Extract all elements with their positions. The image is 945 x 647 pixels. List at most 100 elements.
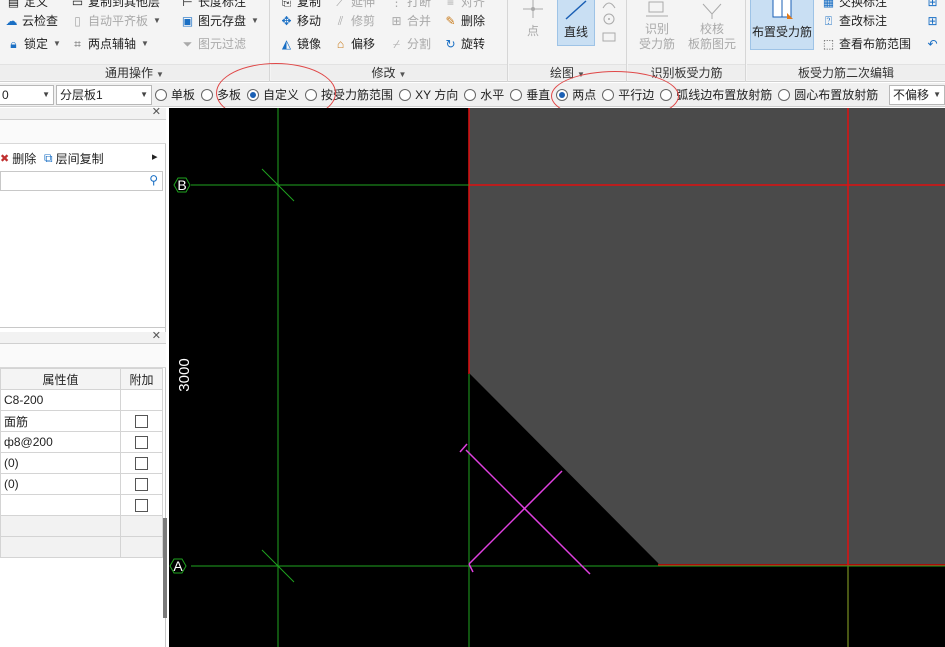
split-button[interactable]: ⌿ 分割 xyxy=(389,34,431,54)
radio-dot[interactable] xyxy=(660,88,673,101)
radio-dot[interactable] xyxy=(201,88,214,101)
radio-label: 平行边 xyxy=(618,88,655,102)
mirror-button[interactable]: ◭ 镜像 xyxy=(279,34,321,54)
property-row[interactable] xyxy=(0,494,163,516)
rotate-icon: ↻ xyxy=(445,36,456,51)
view-range-text: 查看布筋范围 xyxy=(839,37,912,51)
close-icon[interactable]: ✕ xyxy=(152,105,161,118)
axis-bubble-a[interactable]: A xyxy=(169,558,187,574)
extra-tool-2[interactable]: ⊞ xyxy=(925,11,940,31)
radio-dot[interactable] xyxy=(602,88,615,101)
property-value-cell[interactable] xyxy=(0,494,121,516)
property-value-cell[interactable]: (0) xyxy=(0,473,121,495)
rotate-button[interactable]: ↻ 旋转 xyxy=(443,34,485,54)
radio-option-2[interactable]: 自定义 xyxy=(247,86,299,103)
ribbon-group-edit2: 布置受力筋 ▦ 交换标注 ⍰ 查改标注 ⬚ 查看布筋范围 ⊞ ⊞ ↶ 板受力筋二次编辑 xyxy=(747,0,945,82)
add-checkbox[interactable] xyxy=(135,436,148,450)
lock-button[interactable]: 🔒︎ 锁定 ▼ xyxy=(6,34,61,54)
chevron-down-icon[interactable]: ▼ xyxy=(399,70,407,79)
property-row[interactable]: (0) xyxy=(0,452,163,474)
property-value-cell[interactable] xyxy=(0,536,121,558)
property-row[interactable]: (0) xyxy=(0,473,163,495)
property-row[interactable]: ф8@200 xyxy=(0,431,163,453)
radio-dot[interactable] xyxy=(464,88,477,101)
copy-floor-icon: ▭ xyxy=(71,0,84,9)
offset-button[interactable]: ⌂ 偏移 xyxy=(333,34,375,54)
rectangle-icon[interactable] xyxy=(601,30,617,44)
offset-combo[interactable]: 不偏移 ▼ xyxy=(889,84,945,105)
cloud-check-button[interactable]: ☁ 云检查 xyxy=(4,11,59,31)
check-rebar-button[interactable]: 校核 板筋图元 xyxy=(682,0,742,60)
property-row[interactable] xyxy=(0,515,163,537)
add-checkbox[interactable] xyxy=(135,415,148,429)
drawing-svg[interactable]: B A 3000 xyxy=(169,108,945,647)
radio-option-0[interactable]: 单板 xyxy=(155,86,195,103)
radio-option-1[interactable]: 多板 xyxy=(201,86,241,103)
extra-tool-3[interactable]: ↶ xyxy=(925,34,940,54)
property-value-cell[interactable] xyxy=(0,515,121,537)
cloud-check-label: 云检查 xyxy=(22,14,59,28)
drawing-canvas[interactable]: B A 3000 xyxy=(169,108,945,647)
delete-component-button[interactable]: ✖ 删除 xyxy=(0,150,36,167)
element-filter-button[interactable]: ⏷ 图元过滤 xyxy=(180,34,246,54)
property-row[interactable] xyxy=(0,536,163,558)
property-row[interactable]: 面筋 xyxy=(0,410,163,432)
check-label-button[interactable]: ⍰ 查改标注 xyxy=(821,11,887,31)
draw-line-button[interactable]: 直线 xyxy=(557,0,595,46)
option-bar: 0 ▼ 分层板1 ▼ 单板 多板 自定义 按受力筋范围 XY 方向 水平 垂直 两点 平行边 弧线边布… xyxy=(0,83,945,107)
trim-button[interactable]: ⫽ 修剪 xyxy=(333,11,375,31)
identify-rebar-button[interactable]: 识别 受力筋 xyxy=(634,0,680,60)
delete-button[interactable]: ✎ 删除 xyxy=(443,11,485,31)
radio-dot[interactable] xyxy=(155,88,167,101)
element-save-button[interactable]: ▣ 图元存盘 ▼ xyxy=(180,11,259,31)
property-value-cell[interactable]: C8-200 xyxy=(0,389,121,411)
property-value-cell[interactable]: (0) xyxy=(0,452,121,474)
circle-icon[interactable] xyxy=(601,12,617,26)
radio-dot[interactable] xyxy=(247,88,260,101)
radio-option-4[interactable]: XY 方向 xyxy=(399,86,458,103)
layer-slab-combo[interactable]: 分层板1 ▼ xyxy=(56,84,152,105)
property-value-cell[interactable]: 面筋 xyxy=(0,410,121,432)
radio-option-6[interactable]: 垂直 xyxy=(510,86,550,103)
slab-region[interactable] xyxy=(469,108,945,564)
component-search-input[interactable]: ⚲ xyxy=(0,171,163,191)
floor-copy-button[interactable]: ⧉ 层间复制 xyxy=(44,150,104,167)
panel-splitter[interactable] xyxy=(163,518,167,618)
close-icon[interactable]: ✕ xyxy=(152,329,161,342)
add-checkbox[interactable] xyxy=(135,478,148,492)
draw-point-button[interactable]: 点 xyxy=(515,0,551,44)
radio-dot[interactable] xyxy=(556,88,569,101)
property-value-cell[interactable]: ф8@200 xyxy=(0,431,121,453)
more-arrow-icon[interactable]: ▸ xyxy=(152,150,158,163)
radio-option-10[interactable]: 圆心布置放射筋 xyxy=(778,86,878,103)
floor-combo[interactable]: 0 ▼ xyxy=(0,84,54,105)
add-checkbox[interactable] xyxy=(135,499,148,513)
radio-dot[interactable] xyxy=(778,88,791,101)
radio-option-8[interactable]: 平行边 xyxy=(602,86,654,103)
radio-option-3[interactable]: 按受力筋范围 xyxy=(305,86,393,103)
radio-dot[interactable] xyxy=(510,88,523,101)
two-point-axis-button[interactable]: ⌗ 两点辅轴 ▼ xyxy=(70,34,149,54)
identify-title-text: 识别板受力筋 xyxy=(650,66,723,80)
chevron-down-icon[interactable]: ▼ xyxy=(577,70,585,79)
radio-dot[interactable] xyxy=(399,88,412,101)
radio-option-9[interactable]: 弧线边布置放射筋 xyxy=(660,86,772,103)
merge-button[interactable]: ⊞ 合并 xyxy=(389,11,431,31)
radio-option-7[interactable]: 两点 xyxy=(556,86,596,103)
view-range-button[interactable]: ⬚ 查看布筋范围 xyxy=(821,34,911,54)
chevron-down-icon: ▼ xyxy=(141,39,149,48)
auto-align-button[interactable]: ▯ 自动平齐板 ▼ xyxy=(70,11,161,31)
radio-label: XY 方向 xyxy=(415,88,459,102)
property-row[interactable]: C8-200 xyxy=(0,389,163,411)
arc-icon[interactable] xyxy=(601,0,617,10)
place-rebar-button[interactable]: 布置受力筋 xyxy=(750,0,814,50)
radio-option-5[interactable]: 水平 xyxy=(464,86,504,103)
property-add-cell xyxy=(120,410,163,432)
chevron-down-icon[interactable]: ▼ xyxy=(156,70,164,79)
search-icon: ⚲ xyxy=(149,173,158,187)
point-icon xyxy=(523,0,543,18)
radio-dot[interactable] xyxy=(305,88,318,101)
axis-bubble-b[interactable]: B xyxy=(173,177,191,193)
move-button[interactable]: ✥ 移动 xyxy=(279,11,321,31)
add-checkbox[interactable] xyxy=(135,457,148,471)
